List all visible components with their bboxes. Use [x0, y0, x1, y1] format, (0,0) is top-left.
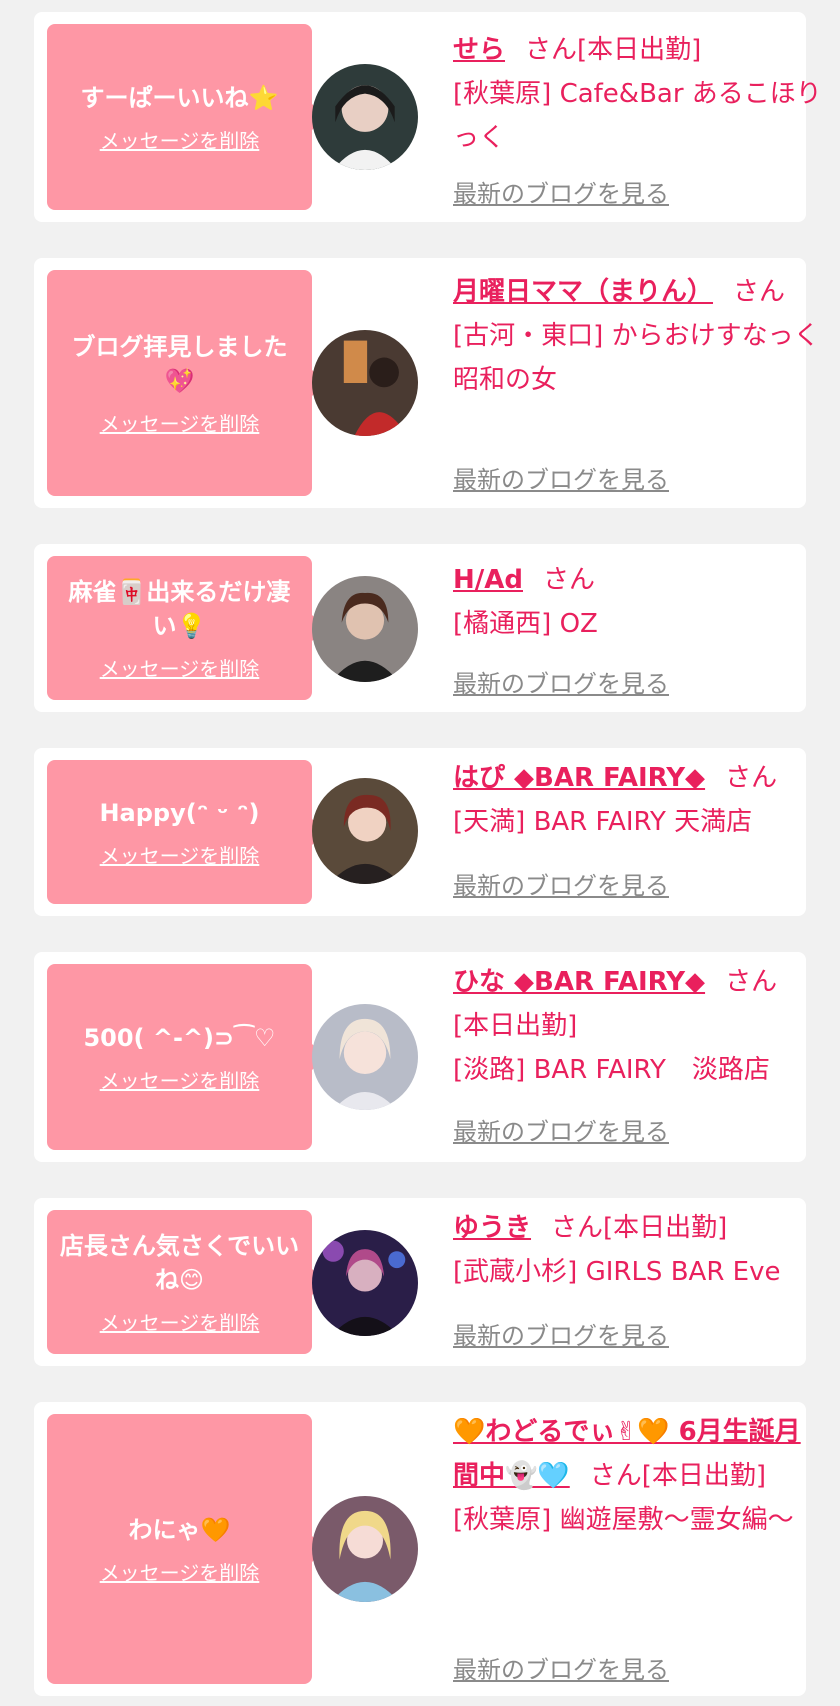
message-card: すーぱーいいね⭐ メッセージを削除 せら さん[本日出勤] [秋葉原] Cafe&… [34, 12, 822, 222]
shop-area: [天満] [453, 807, 526, 837]
shop-area: [秋葉原] [453, 79, 552, 109]
message-bubble: Happy(ᵔ ᵕ ᵔ) メッセージを削除 [47, 760, 326, 904]
latest-blog-link[interactable]: 最新のブログを見る [453, 460, 669, 495]
latest-blog-link[interactable]: 最新のブログを見る [453, 1112, 669, 1147]
cast-name-link[interactable]: ひな ◆BAR FAIRY◆ [453, 967, 705, 997]
message-text: 500( ^-^)⊃⁀♡ [83, 1023, 276, 1052]
cast-name-link[interactable]: H/Ad [453, 565, 523, 595]
shop-area: [武蔵小杉] [453, 1257, 578, 1287]
honorific: さん [525, 35, 578, 65]
message-bubble: 麻雀🀄出来るだけ凄い💡 メッセージを削除 [47, 556, 326, 700]
cast-info: 🧡わどるでぃ✌🧡 6月生誕月間中👻🩵 さん[本日出勤] [秋葉原] 幽遊屋敷〜霊女… [453, 1410, 823, 1542]
shop-name: GIRLS BAR Eve [585, 1257, 781, 1287]
message-bubble: 店長さん気さくでいいね😊 メッセージを削除 [47, 1210, 326, 1354]
work-status: [本日出勤] [603, 1213, 728, 1243]
cast-name-link[interactable]: ゆうき [453, 1213, 531, 1243]
avatar[interactable] [312, 330, 418, 436]
shop-area: [古河・東口] [453, 321, 604, 351]
message-bubble: 500( ^-^)⊃⁀♡ メッセージを削除 [47, 964, 326, 1150]
delete-message-link[interactable]: メッセージを削除 [100, 1307, 260, 1336]
cast-info: H/Ad さん [橘通西] OZ [453, 558, 823, 646]
delete-message-link[interactable]: メッセージを削除 [100, 125, 260, 154]
latest-blog-link[interactable]: 最新のブログを見る [453, 664, 669, 699]
honorific: さん [551, 1213, 604, 1243]
delete-message-link[interactable]: メッセージを削除 [100, 840, 260, 869]
avatar[interactable] [312, 576, 418, 682]
message-card: 店長さん気さくでいいね😊 メッセージを削除 ゆうき さん[本日出勤] [武蔵小杉]… [34, 1198, 806, 1366]
work-status: [本日出勤] [641, 1461, 767, 1491]
message-bubble: わにゃ🧡 メッセージを削除 [47, 1414, 326, 1684]
honorific: さん [589, 1461, 642, 1491]
cast-info: ゆうき さん[本日出勤] [武蔵小杉] GIRLS BAR Eve [453, 1206, 823, 1294]
shop-area: [橘通西] [453, 609, 552, 639]
message-card: Happy(ᵔ ᵕ ᵔ) メッセージを削除 はぴ ◆BAR FAIRY◆ さん [… [34, 748, 806, 916]
honorific: さん [543, 565, 596, 595]
shop-area: [秋葉原] [453, 1505, 552, 1535]
honorific: さん [725, 763, 778, 793]
delete-message-link[interactable]: メッセージを削除 [100, 408, 260, 437]
shop-name: 幽遊屋敷〜霊女編〜 [559, 1505, 794, 1535]
latest-blog-link[interactable]: 最新のブログを見る [453, 866, 669, 901]
shop-area: [淡路] [453, 1055, 526, 1085]
latest-blog-link[interactable]: 最新のブログを見る [453, 1650, 669, 1685]
message-text: ブログ拝見しました💖 [71, 332, 288, 395]
honorific: さん [725, 967, 778, 997]
message-text: Happy(ᵔ ᵕ ᵔ) [99, 798, 260, 827]
delete-message-link[interactable]: メッセージを削除 [100, 1557, 260, 1586]
cast-info: 月曜日ママ（まりん） さん [古河・東口] からおけすなっく 昭和の女 [453, 270, 823, 402]
message-text: 麻雀🀄出来るだけ凄い💡 [68, 577, 291, 640]
work-status: [本日出勤] [453, 1011, 578, 1041]
shop-name: BAR FAIRY 淡路店 [533, 1055, 770, 1085]
cast-info: はぴ ◆BAR FAIRY◆ さん [天満] BAR FAIRY 天満店 [453, 756, 823, 844]
message-text: すーぱーいいね⭐ [80, 83, 279, 112]
cast-info: せら さん[本日出勤] [秋葉原] Cafe&Bar あるこほりっく [453, 28, 823, 160]
message-text: わにゃ🧡 [128, 1515, 231, 1544]
cast-info: ひな ◆BAR FAIRY◆ さん [本日出勤] [淡路] BAR FAIRY 淡… [453, 960, 823, 1092]
shop-name: BAR FAIRY 天満店 [533, 807, 753, 837]
avatar[interactable] [312, 778, 418, 884]
latest-blog-link[interactable]: 最新のブログを見る [453, 1316, 669, 1351]
avatar[interactable] [312, 64, 418, 170]
cast-name-link[interactable]: 月曜日ママ（まりん） [453, 277, 713, 307]
message-bubble: すーぱーいいね⭐ メッセージを削除 [47, 24, 326, 210]
shop-name: OZ [559, 609, 598, 639]
work-status: [本日出勤] [577, 35, 702, 65]
avatar[interactable] [312, 1496, 418, 1602]
latest-blog-link[interactable]: 最新のブログを見る [453, 174, 669, 209]
message-text: 店長さん気さくでいいね😊 [59, 1231, 300, 1294]
avatar[interactable] [312, 1004, 418, 1110]
message-bubble: ブログ拝見しました💖 メッセージを削除 [47, 270, 326, 496]
message-card: 500( ^-^)⊃⁀♡ メッセージを削除 ひな ◆BAR FAIRY◆ さん [… [34, 952, 806, 1162]
message-card: ブログ拝見しました💖 メッセージを削除 月曜日ママ（まりん） さん [古河・東口]… [34, 258, 820, 508]
cast-name-link[interactable]: はぴ ◆BAR FAIRY◆ [453, 763, 705, 793]
cast-name-link[interactable]: せら [453, 35, 505, 65]
message-card: 麻雀🀄出来るだけ凄い💡 メッセージを削除 H/Ad さん [橘通西] OZ 最新の… [34, 544, 806, 712]
honorific: さん [733, 277, 786, 307]
delete-message-link[interactable]: メッセージを削除 [100, 1065, 260, 1094]
message-card: わにゃ🧡 メッセージを削除 🧡わどるでぃ✌🧡 6月生誕月間中👻🩵 さん[本日出勤]… [34, 1402, 806, 1696]
avatar[interactable] [312, 1230, 418, 1336]
delete-message-link[interactable]: メッセージを削除 [100, 653, 260, 682]
